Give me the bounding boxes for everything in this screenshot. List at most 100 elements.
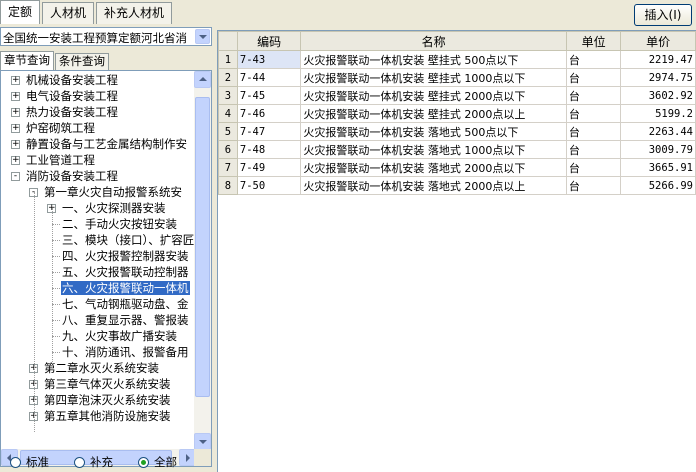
unit-cell[interactable]: 台 (565, 86, 622, 105)
tree-item[interactable]: 热力设备安装工程 (25, 104, 119, 120)
tab-labor-material-machine[interactable]: 人材机 (42, 2, 95, 24)
tree-item[interactable]: 三、模块（接口）、扩容匠 (61, 232, 194, 248)
table-row[interactable]: 2 7-44 火灾报警联动一体机安装 壁挂式 1000点以下台 2974.75 (218, 68, 696, 87)
code-cell[interactable]: 7-48 (236, 140, 302, 159)
expand-icon[interactable]: + (11, 124, 20, 133)
tree-item[interactable]: 四、火灾报警控制器安装 (61, 248, 190, 264)
collapse-icon[interactable]: - (11, 172, 20, 181)
unit-cell[interactable]: 台 (565, 158, 622, 177)
price-cell[interactable]: 3665.91 (620, 158, 696, 177)
table-row[interactable]: 1 7-43 火灾报警联动一体机安装 壁挂式 500点以下台 2219.47 (218, 50, 696, 69)
row-number-cell[interactable]: 2 (218, 68, 238, 87)
radio-standard-dot[interactable] (10, 456, 21, 468)
expand-icon[interactable]: + (11, 156, 20, 165)
chevron-down-icon[interactable] (195, 29, 210, 44)
tree-item[interactable]: 机械设备安装工程 (25, 72, 119, 88)
code-cell[interactable]: 7-50 (236, 176, 302, 195)
price-cell[interactable]: 3602.92 (620, 86, 696, 105)
tree-item[interactable]: 工业管道工程 (25, 152, 96, 168)
expand-icon[interactable]: + (11, 108, 20, 117)
tree-item[interactable]: 炉窑砌筑工程 (25, 120, 96, 136)
price-cell[interactable]: 2219.47 (620, 50, 696, 69)
name-cell[interactable]: 火灾报警联动一体机安装 落地式 1000点以下 (300, 140, 567, 159)
radio-supplementary-dot[interactable] (74, 456, 85, 468)
tree-item[interactable]: 五、火灾报警联动控制器 (61, 264, 190, 280)
table-row[interactable]: 6 7-48 火灾报警联动一体机安装 落地式 1000点以下台 3009.79 (218, 140, 696, 159)
row-number-cell[interactable]: 6 (218, 140, 238, 159)
name-cell[interactable]: 火灾报警联动一体机安装 壁挂式 2000点以上 (300, 104, 567, 123)
tree-item[interactable]: 电气设备安装工程 (25, 88, 119, 104)
code-cell[interactable]: 7-46 (236, 104, 302, 123)
unit-cell[interactable]: 台 (565, 50, 622, 69)
row-number-cell[interactable]: 1 (218, 50, 238, 69)
tab-chapter-query[interactable]: 章节查询 (0, 51, 54, 70)
unit-cell[interactable]: 台 (565, 104, 622, 123)
row-number-cell[interactable]: 4 (218, 104, 238, 123)
tree-item[interactable]: 六、火灾报警联动一体机 (61, 280, 190, 296)
scroll-up-icon[interactable] (194, 71, 211, 88)
name-cell[interactable]: 火灾报警联动一体机安装 壁挂式 500点以下 (300, 50, 567, 69)
row-number-cell[interactable]: 5 (218, 122, 238, 141)
tree-item[interactable]: 八、重复显示器、警报装 (61, 312, 190, 328)
tab-condition-query[interactable]: 条件查询 (55, 53, 109, 70)
table-row[interactable]: 5 7-47 火灾报警联动一体机安装 落地式 500点以下台 2263.44 (218, 122, 696, 141)
quota-library-select[interactable]: 全国统一安装工程预算定额河北省消 (0, 27, 212, 46)
tree-item[interactable]: 一、火灾探测器安装 (61, 200, 167, 216)
insert-button[interactable]: 插入(I) (634, 4, 692, 26)
code-cell[interactable]: 7-45 (236, 86, 302, 105)
unit-cell[interactable]: 台 (565, 176, 622, 195)
tree-item[interactable]: 第四章泡沫灭火系统安装 (43, 392, 172, 408)
tree-item[interactable]: 静置设备与工艺金属结构制作安 (25, 136, 188, 152)
tree-item[interactable]: 第五章其他消防设施安装 (43, 408, 172, 424)
unit-cell[interactable]: 台 (565, 68, 622, 87)
expand-icon[interactable]: + (11, 92, 20, 101)
table-row[interactable]: 4 7-46 火灾报警联动一体机安装 壁挂式 2000点以上台 5199.2 (218, 104, 696, 123)
price-cell[interactable]: 5199.2 (620, 104, 696, 123)
tree-item[interactable]: 十、消防通讯、报警备用 (61, 344, 190, 360)
price-cell[interactable]: 2974.75 (620, 68, 696, 87)
code-cell[interactable]: 7-44 (236, 68, 302, 87)
table-row[interactable]: 8 7-50 火灾报警联动一体机安装 落地式 2000点以上台 5266.99 (218, 176, 696, 195)
name-cell[interactable]: 火灾报警联动一体机安装 落地式 2000点以上 (300, 176, 567, 195)
tree-item[interactable]: 七、气动钢瓶驱动盘、金 (61, 296, 190, 312)
price-cell[interactable]: 2263.44 (620, 122, 696, 141)
tree-item[interactable]: 第三章气体灭火系统安装 (43, 376, 172, 392)
table-row[interactable]: 3 7-45 火灾报警联动一体机安装 壁挂式 2000点以下台 3602.92 (218, 86, 696, 105)
expand-icon[interactable]: + (11, 76, 20, 85)
tab-quota[interactable]: 定额 (0, 0, 41, 24)
tree-item[interactable]: 第二章水灭火系统安装 (43, 360, 160, 376)
name-cell[interactable]: 火灾报警联动一体机安装 壁挂式 1000点以下 (300, 68, 567, 87)
row-number-cell[interactable]: 7 (218, 158, 238, 177)
tab-supplementary-labor-material-machine[interactable]: 补充人材机 (96, 2, 173, 24)
table-row[interactable]: 7 7-49 火灾报警联动一体机安装 落地式 2000点以下台 3665.91 (218, 158, 696, 177)
expand-icon[interactable]: + (11, 140, 20, 149)
unit-cell[interactable]: 台 (565, 140, 622, 159)
row-number-cell[interactable]: 3 (218, 86, 238, 105)
radio-all[interactable]: 全部 (138, 454, 177, 470)
name-cell[interactable]: 火灾报警联动一体机安装 壁挂式 2000点以下 (300, 86, 567, 105)
column-header-code[interactable]: 编码 (236, 31, 302, 51)
radio-supplementary[interactable]: 补充 (74, 454, 113, 470)
row-number-cell[interactable]: 8 (218, 176, 238, 195)
tree-item[interactable]: 消防设备安装工程 (25, 168, 119, 184)
radio-standard[interactable]: 标准 (10, 454, 49, 470)
column-header-name[interactable]: 名称 (300, 31, 567, 51)
column-header-unit[interactable]: 单位 (565, 31, 622, 51)
price-cell[interactable]: 5266.99 (620, 176, 696, 195)
scroll-down-icon[interactable] (194, 433, 211, 450)
code-cell[interactable]: 7-47 (236, 122, 302, 141)
name-cell[interactable]: 火灾报警联动一体机安装 落地式 2000点以下 (300, 158, 567, 177)
unit-cell[interactable]: 台 (565, 122, 622, 141)
price-cell[interactable]: 3009.79 (620, 140, 696, 159)
name-cell[interactable]: 火灾报警联动一体机安装 落地式 500点以下 (300, 122, 567, 141)
tree-item[interactable]: 九、火灾事故广播安装 (61, 328, 178, 344)
tree-item[interactable]: 二、手动火灾按钮安装 (61, 216, 178, 232)
code-cell[interactable]: 7-49 (236, 158, 302, 177)
tree-item-label: 消防设备安装工程 (26, 169, 118, 183)
tree-item[interactable]: 第一章火灾自动报警系统安 (43, 184, 183, 200)
radio-all-dot[interactable] (138, 456, 149, 468)
code-cell[interactable]: 7-43 (236, 50, 302, 69)
tree-vertical-scroll-thumb[interactable] (195, 97, 210, 397)
column-header-price[interactable]: 单价 (620, 31, 696, 51)
tree-vertical-scrollbar[interactable] (194, 71, 211, 450)
